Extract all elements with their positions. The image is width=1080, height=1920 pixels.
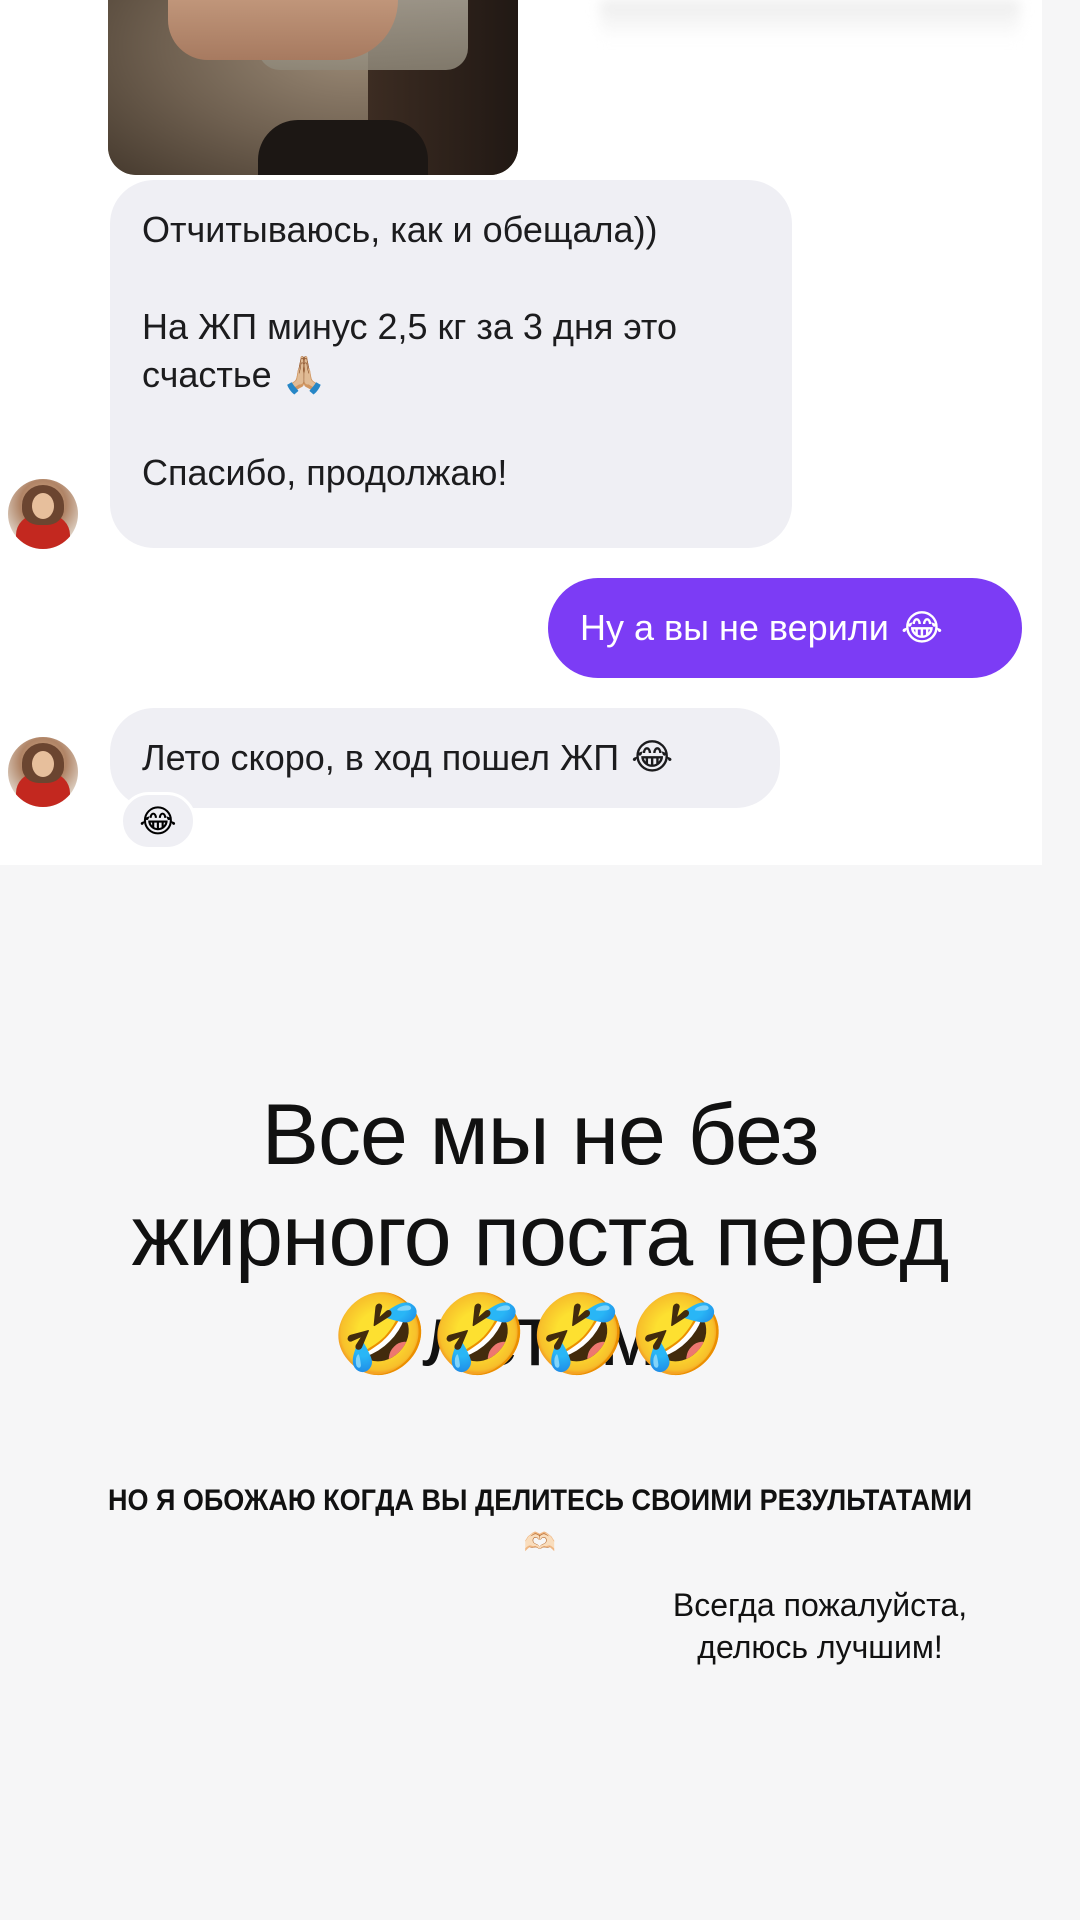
message-line-1: Отчитываюсь, как и обещала)) — [142, 209, 658, 250]
story-caption-reply: Всегда пожалуйста, делюсь лучшим! — [672, 1587, 968, 1666]
message-line-3: Спасибо, продолжаю! — [142, 451, 508, 493]
incoming-message-2[interactable]: Лето скоро, в ход пошел ЖП 😂 — [110, 708, 780, 808]
sender-avatar[interactable] — [8, 479, 78, 549]
message-line-2-text: На ЖП минус 2,5 кг за 3 дня это счастье — [142, 305, 678, 396]
photo-shadow — [258, 120, 428, 175]
sender-avatar[interactable] — [8, 737, 78, 807]
laughing-tears-emoji-icon: 😂 — [139, 802, 177, 840]
message-spacer-2 — [142, 401, 762, 449]
blurred-header — [600, 0, 1020, 40]
message-reaction[interactable]: 😂 — [120, 792, 196, 850]
outgoing-message[interactable]: Ну а вы не верили 😂 — [548, 578, 1022, 678]
avatar-face — [32, 751, 54, 777]
rofl-emoji-icon: 🤣🤣🤣🤣 — [331, 1290, 729, 1380]
photo-foot — [168, 0, 398, 60]
laughing-tears-emoji-icon: 😂 — [631, 736, 674, 778]
heart-hands-emoji-icon: 🫶🏻 — [523, 1528, 557, 1558]
avatar-face — [32, 493, 54, 519]
story-caption-caps: НО Я ОБОЖАЮ КОГДА ВЫ ДЕЛИТЕСЬ СВОИМИ РЕЗ… — [107, 1484, 973, 1517]
message-line-2: На ЖП минус 2,5 кг за 3 дня это счастье … — [142, 303, 762, 401]
photo-attachment[interactable] — [108, 0, 518, 175]
incoming-message-1[interactable]: Отчитываюсь, как и обещала)) На ЖП минус… — [110, 180, 792, 548]
pray-emoji-icon: 🙏🏼 — [281, 355, 327, 397]
incoming-message-2-text: Лето скоро, в ход пошел ЖП — [142, 736, 620, 778]
outgoing-message-text: Ну а вы не верили — [580, 607, 889, 648]
message-spacer — [142, 255, 762, 303]
chat-screenshot: Отчитываюсь, как и обещала)) На ЖП минус… — [0, 0, 1042, 865]
laughing-tears-emoji-icon: 😂 — [900, 607, 943, 649]
